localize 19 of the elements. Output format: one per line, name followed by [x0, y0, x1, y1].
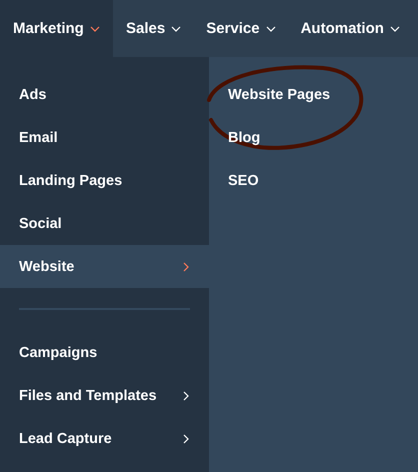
nav-tab[interactable]: Marketing: [0, 0, 113, 57]
submenu-item[interactable]: SEO: [209, 159, 259, 202]
submenu-item[interactable]: Blog: [209, 116, 260, 159]
chevron-down-icon: [266, 26, 276, 32]
menu-item[interactable]: Ads: [0, 73, 209, 116]
menu-item[interactable]: Campaigns: [0, 331, 209, 374]
menu-item[interactable]: Email: [0, 116, 209, 159]
chevron-down-icon: [390, 26, 400, 32]
nav-tab[interactable]: Service: [193, 0, 288, 57]
submenu-item[interactable]: Website Pages: [209, 73, 330, 116]
menu-item[interactable]: Lead Capture: [0, 417, 209, 460]
nav-tab[interactable]: Sales: [113, 0, 194, 57]
chevron-down-icon: [171, 26, 182, 32]
chevron-down-icon: [90, 26, 100, 32]
nav-tab[interactable]: Automation: [288, 0, 412, 57]
menu-item[interactable]: Website: [0, 245, 209, 288]
menu-item[interactable]: Landing Pages: [0, 159, 209, 202]
menu-item[interactable]: Social: [0, 202, 209, 245]
menu-item[interactable]: Files and Templates: [0, 374, 209, 417]
